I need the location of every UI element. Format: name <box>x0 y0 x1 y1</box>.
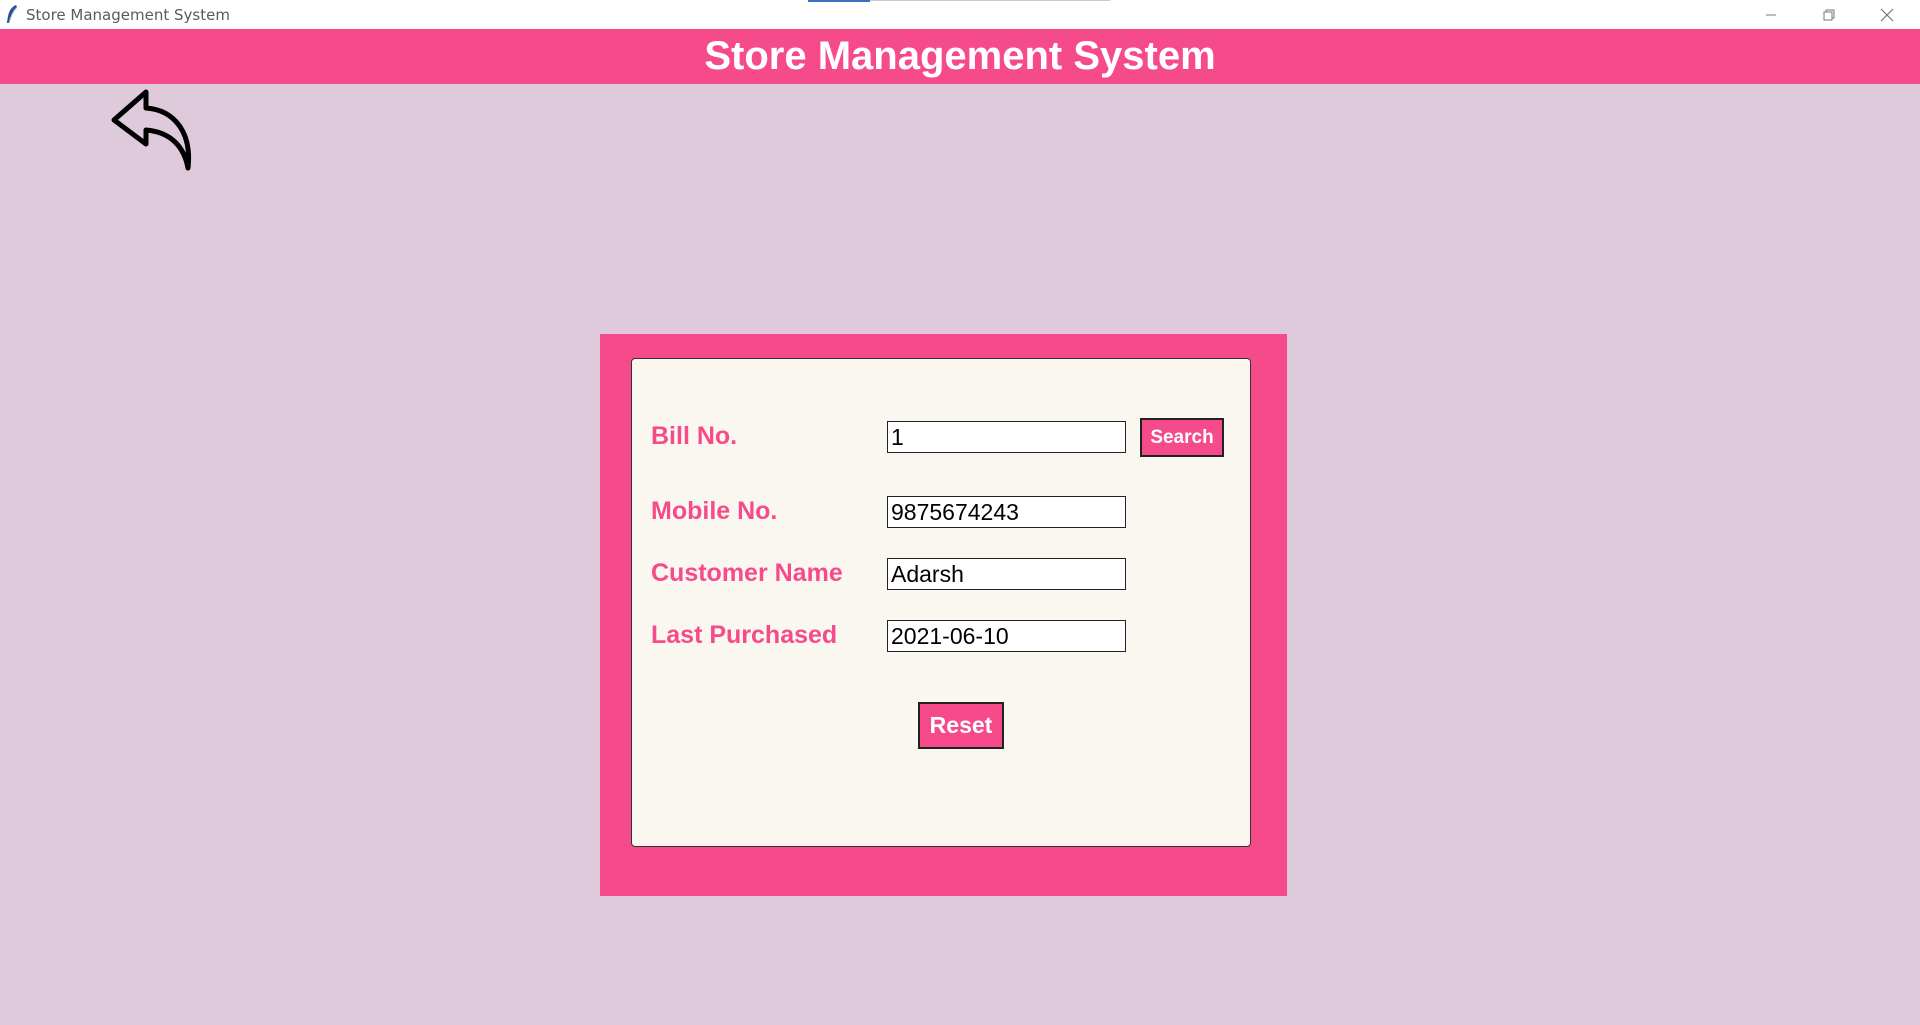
back-arrow-icon <box>111 89 192 171</box>
last-purchased-input[interactable] <box>887 620 1126 652</box>
search-button[interactable]: Search <box>1140 418 1224 457</box>
last-purchased-label: Last Purchased <box>651 621 838 649</box>
reset-button[interactable]: Reset <box>918 702 1004 749</box>
window-titlebar: Store Management System <box>0 0 1920 29</box>
titlebar-accent-line <box>870 0 1110 1</box>
customer-name-input[interactable] <box>887 558 1126 590</box>
mobile-no-input[interactable] <box>887 496 1126 528</box>
back-button[interactable] <box>108 86 198 174</box>
window-title: Store Management System <box>26 6 230 24</box>
minimize-icon <box>1766 14 1776 15</box>
bill-no-label: Bill No. <box>651 422 738 450</box>
customer-name-label: Customer Name <box>651 559 843 587</box>
app-header: Store Management System <box>0 29 1920 84</box>
restore-icon <box>1823 9 1835 20</box>
close-button[interactable] <box>1858 0 1916 29</box>
bill-no-input[interactable] <box>887 421 1126 453</box>
minimize-button[interactable] <box>1742 0 1800 29</box>
mobile-no-label: Mobile No. <box>651 497 778 525</box>
page-title: Store Management System <box>704 34 1216 78</box>
titlebar-accent <box>808 0 870 2</box>
restore-button[interactable] <box>1800 0 1858 29</box>
feather-icon <box>7 5 18 24</box>
close-icon <box>1880 8 1894 21</box>
